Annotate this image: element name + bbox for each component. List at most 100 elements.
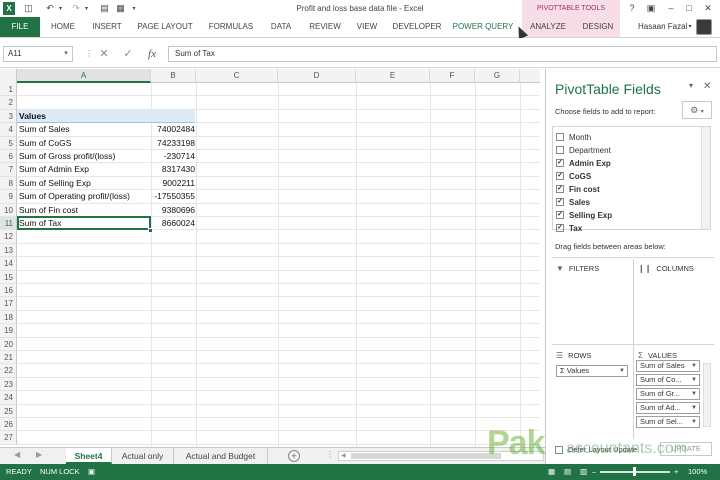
field-item[interactable]: ✓ Admin Exp (556, 157, 611, 169)
checkbox-checked[interactable]: ✓ (556, 172, 564, 180)
row-header[interactable]: 22 (0, 364, 17, 378)
tab-analyze[interactable]: ANALYZE (526, 17, 570, 37)
row-header[interactable]: 16 (0, 284, 17, 298)
row-header[interactable]: 10 (0, 203, 17, 217)
column-header-f[interactable]: F (430, 69, 475, 83)
restore-icon[interactable]: □ (682, 2, 696, 15)
tab-page-layout[interactable]: PAGE LAYOUT (134, 17, 196, 37)
field-item[interactable]: ✓ Selling Exp (556, 209, 612, 221)
tab-formulas[interactable]: FORMULAS (204, 17, 258, 37)
row-header[interactable]: 18 (0, 310, 17, 325)
row-header[interactable]: 12 (0, 230, 17, 244)
pivot-row-label[interactable]: Sum of Gross profit/(loss) (19, 150, 115, 163)
row-header[interactable]: 24 (0, 391, 17, 405)
column-header-g[interactable]: G (475, 69, 520, 83)
values-scrollbar[interactable] (703, 363, 711, 427)
values-item[interactable]: Sum of Sel... ▼ (636, 416, 700, 428)
tab-view[interactable]: VIEW (352, 17, 382, 37)
zoom-level[interactable]: 100% (688, 467, 707, 476)
pivot-row-label[interactable]: Sum of Admin Exp (19, 163, 89, 176)
column-header-e[interactable]: E (356, 69, 430, 83)
row-header[interactable]: 8 (0, 176, 17, 191)
checkbox-checked[interactable]: ✓ (556, 224, 564, 232)
update-button[interactable]: UPDATE (660, 442, 712, 456)
tab-design[interactable]: DESIGN (578, 17, 618, 37)
page-break-view-icon[interactable]: ▥ (580, 467, 587, 476)
checkbox[interactable] (556, 133, 564, 141)
chevron-down-icon[interactable]: ▼ (691, 389, 697, 399)
sheet-tab-actual-and-budget[interactable]: Actual and Budget (174, 448, 268, 464)
pivot-row-value[interactable]: 74233198 (151, 137, 195, 150)
pivot-row-label[interactable]: Sum of Operating profit/(loss) (19, 190, 130, 203)
checkbox[interactable] (555, 445, 563, 454)
tab-data[interactable]: DATA (266, 17, 296, 37)
chevron-down-icon[interactable]: ▼ (619, 366, 625, 376)
tab-power-query[interactable]: POWER QUERY (452, 17, 514, 37)
pane-close-icon[interactable]: ✕ (703, 81, 711, 92)
rows-item-values[interactable]: Σ Values ▼ (556, 365, 628, 377)
columns-area[interactable]: ❙❙ COLUMNS (634, 257, 714, 347)
fill-handle[interactable] (148, 228, 153, 233)
sheet-tab-sheet4[interactable]: Sheet4 (66, 448, 112, 464)
checkbox-checked[interactable]: ✓ (556, 159, 564, 167)
pivot-row-label[interactable]: Sum of Fin cost (19, 204, 78, 217)
field-list-scrollbar[interactable] (701, 127, 710, 229)
chevron-down-icon[interactable]: ▼ (691, 361, 697, 371)
row-header[interactable]: 15 (0, 270, 17, 284)
checkbox-checked[interactable]: ✓ (556, 185, 564, 193)
field-item[interactable]: ✓ Fin cost (556, 183, 600, 195)
row-header[interactable]: 13 (0, 243, 17, 258)
normal-view-icon[interactable]: ▦ (548, 467, 555, 476)
values-item[interactable]: Sum of Sales ▼ (636, 360, 700, 372)
pivot-row-value[interactable]: 9002211 (151, 177, 195, 190)
cancel-icon[interactable]: ✕ (96, 46, 112, 62)
horizontal-scrollbar[interactable]: ◀ (338, 451, 544, 461)
zoom-in-icon[interactable]: + (674, 467, 678, 476)
row-header[interactable]: 4 (0, 123, 17, 137)
field-item[interactable]: ✓ Sales (556, 196, 590, 208)
row-header[interactable]: 26 (0, 418, 17, 432)
checkbox[interactable] (556, 146, 564, 154)
row-header[interactable]: 19 (0, 324, 17, 338)
pivot-row-value[interactable]: 8317430 (151, 163, 195, 176)
column-header-d[interactable]: D (278, 69, 356, 83)
values-item[interactable]: Sum of Co... ▼ (636, 374, 700, 386)
pane-options-icon[interactable]: ▾ (689, 81, 693, 90)
row-header[interactable]: 2 (0, 96, 17, 110)
macro-record-icon[interactable]: ▣ (88, 467, 95, 476)
pivot-row-value[interactable]: 8660024 (151, 217, 195, 230)
user-name[interactable]: Hasaan Fazal (638, 22, 687, 31)
add-sheet-button[interactable]: + (288, 450, 300, 462)
column-header-c[interactable]: C (196, 69, 278, 83)
row-header[interactable]: 11 (0, 217, 17, 231)
filters-area[interactable]: ▼ FILTERS (552, 257, 633, 347)
name-box-dropdown-icon[interactable]: ▾ (60, 46, 72, 62)
row-header[interactable]: 17 (0, 297, 17, 311)
column-header-a[interactable]: A (17, 69, 151, 83)
sheet-next-icon[interactable]: ▶ (36, 450, 42, 459)
sheet-prev-icon[interactable]: ◀ (14, 450, 20, 459)
pivot-row-value[interactable]: -230714 (151, 150, 195, 163)
ribbon-display-icon[interactable]: ▣ (644, 2, 658, 15)
close-icon[interactable]: ✕ (701, 2, 715, 15)
pivot-row-label[interactable]: Sum of Selling Exp (19, 177, 91, 190)
tab-split-handle-icon[interactable]: ⋮ (326, 450, 334, 459)
pivot-values-header[interactable]: Values (19, 110, 46, 123)
select-all-corner[interactable] (0, 69, 17, 83)
row-header[interactable]: 20 (0, 337, 17, 351)
row-header[interactable]: 25 (0, 404, 17, 418)
chevron-down-icon[interactable]: ▼ (691, 417, 697, 427)
sheet-tab-actual-only[interactable]: Actual only (112, 448, 174, 464)
user-dropdown-icon[interactable]: ▾ (686, 17, 694, 37)
field-item[interactable]: Month (556, 131, 591, 143)
horizontal-scroll-thumb[interactable] (351, 453, 501, 459)
pivot-row-value[interactable]: 74002484 (151, 123, 195, 136)
gear-icon[interactable]: ⚙ ▾ (682, 101, 712, 119)
row-header[interactable]: 6 (0, 150, 17, 164)
enter-icon[interactable]: ✓ (120, 46, 136, 62)
tab-developer[interactable]: DEVELOPER (390, 17, 444, 37)
column-header-b[interactable]: B (151, 69, 196, 83)
values-item[interactable]: Sum of Gr... ▼ (636, 388, 700, 400)
defer-layout-update[interactable]: Defer Layout Update (555, 445, 637, 454)
pivot-row-value[interactable]: -17550355 (151, 190, 195, 203)
